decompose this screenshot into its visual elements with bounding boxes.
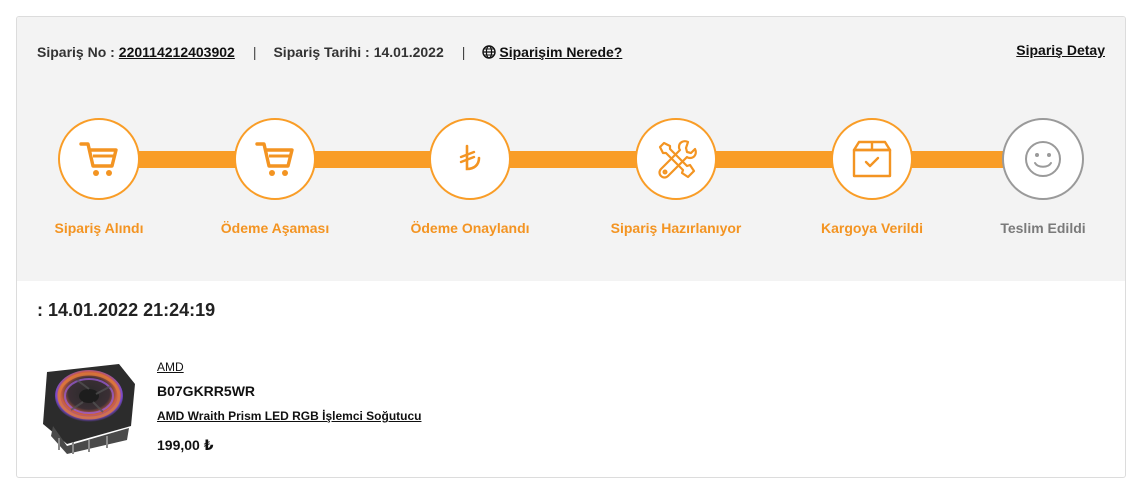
step-order-received — [58, 118, 140, 200]
tools-icon — [658, 140, 697, 179]
step-label: Ödeme Onaylandı — [410, 220, 530, 236]
cart-icon — [255, 142, 294, 176]
step-payment — [234, 118, 316, 200]
order-card: Sipariş No : 220114212403902 | Sipariş T… — [16, 16, 1126, 478]
product-price: 199,00 ₺ — [157, 437, 214, 453]
package-icon — [852, 140, 892, 178]
product-brand-link[interactable]: AMD — [157, 360, 184, 374]
step-label: Ödeme Aşaması — [220, 220, 330, 236]
product-name-link[interactable]: AMD Wraith Prism LED RGB İşlemci Soğutuc… — [157, 409, 421, 423]
cpu-cooler-image — [37, 354, 139, 456]
step-payment-approved — [429, 118, 511, 200]
lira-icon — [459, 144, 481, 171]
order-progress-tracker: Sipariş Alındı Ödeme Aşaması Ödeme Onayl… — [17, 17, 1125, 281]
product-sku: B07GKRR5WR — [157, 383, 256, 399]
step-label: Kargoya Verildi — [821, 220, 923, 236]
cart-icon — [79, 142, 118, 176]
smiley-icon — [1025, 141, 1061, 177]
shipment-datetime: : 14.01.2022 21:24:19 — [37, 300, 216, 320]
step-delivered — [1002, 118, 1084, 200]
order-header-panel: Sipariş No : 220114212403902 | Sipariş T… — [17, 17, 1125, 281]
step-preparing — [635, 118, 717, 200]
step-label: Sipariş Hazırlanıyor — [610, 220, 742, 236]
step-label: Teslim Edildi — [1000, 220, 1086, 236]
step-shipped — [831, 118, 913, 200]
product-image[interactable] — [37, 354, 139, 456]
step-label: Sipariş Alındı — [54, 220, 144, 236]
